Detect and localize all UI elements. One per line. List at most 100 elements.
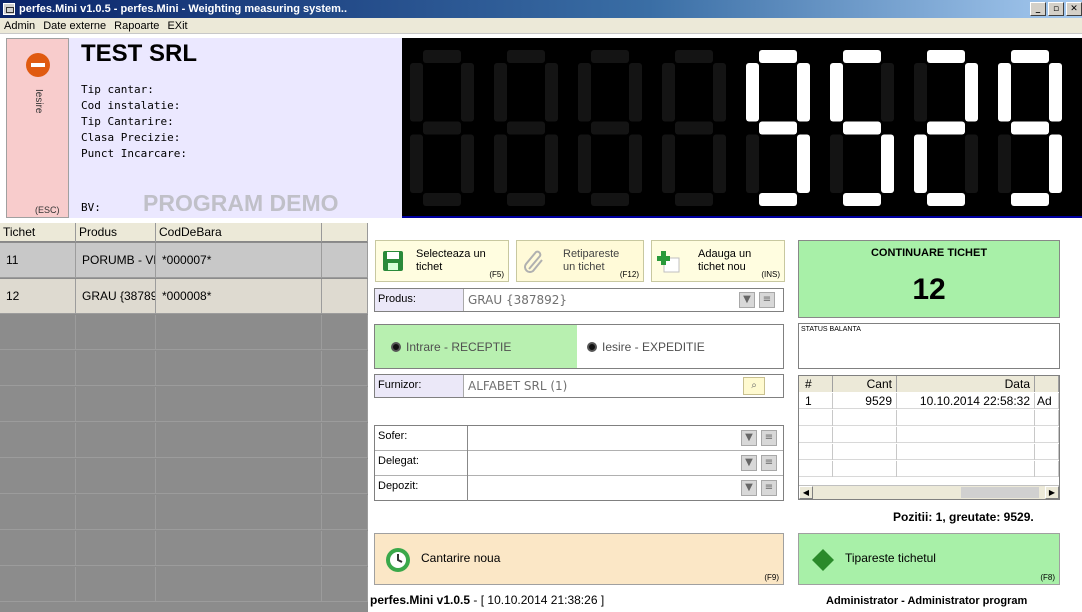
cell-cant: 9529 xyxy=(833,393,897,409)
menu-rapoarte[interactable]: Rapoarte xyxy=(114,20,159,32)
cell-produs: PORUMB - VE... xyxy=(76,243,156,278)
digit-5-segment-f xyxy=(746,63,759,122)
column-tichet[interactable]: Tichet xyxy=(0,223,76,242)
continue-ticket-number: 12 xyxy=(912,273,946,306)
stop-icon xyxy=(26,53,50,77)
produs-field: Produs: GRAU {387892} ▼ ≡ xyxy=(374,288,784,312)
empty-row xyxy=(0,531,368,566)
horizontal-scrollbar[interactable]: ◀ ▶ xyxy=(799,485,1059,499)
sofer-row: Sofer: ▼ ≡ xyxy=(375,426,783,451)
menu-date-externe[interactable]: Date externe xyxy=(43,20,106,32)
clasa-precizie-label: Clasa Precizie: xyxy=(81,131,181,144)
digit-7-segment-e xyxy=(914,134,927,193)
continue-ticket-title: CONTINUARE TICHET xyxy=(870,247,988,259)
digit-2-segment-b xyxy=(545,63,558,122)
column-extra[interactable] xyxy=(1035,376,1059,392)
produs-list-icon[interactable]: ≡ xyxy=(759,292,775,308)
digit-1-segment-f xyxy=(410,63,423,122)
add-ticket-button[interactable]: Adauga un tichet nou (INS) xyxy=(651,240,785,282)
digit-6-segment-e xyxy=(830,134,843,193)
digit-2-segment-a xyxy=(507,50,545,63)
digit-4-segment-e xyxy=(662,134,675,193)
column-data[interactable]: Data xyxy=(897,376,1035,392)
digit-6-segment-a xyxy=(843,50,881,63)
scroll-thumb[interactable] xyxy=(961,487,1039,498)
minimize-button[interactable]: _ xyxy=(1030,2,1046,16)
column-coddebara[interactable]: CodDeBara xyxy=(156,223,322,242)
digit-2-segment-f xyxy=(494,63,507,122)
delegat-label: Delegat: xyxy=(378,455,419,467)
print-ticket-button[interactable]: Tipareste tichetul (F8) xyxy=(798,533,1060,585)
digit-5-segment-g xyxy=(759,121,797,135)
transport-panel: Sofer: ▼ ≡ Delegat: ▼ ≡ Depozit: ▼ ≡ xyxy=(374,425,784,501)
digit-3-segment-f xyxy=(578,63,591,122)
empty-row xyxy=(799,427,1059,443)
column-cant[interactable]: Cant xyxy=(833,376,897,392)
empty-row xyxy=(799,461,1059,477)
delegat-list-icon[interactable]: ≡ xyxy=(761,455,777,471)
digit-1-segment-d xyxy=(423,193,461,206)
sofer-dropdown-icon[interactable]: ▼ xyxy=(741,430,757,446)
column-nr[interactable]: # xyxy=(799,376,833,392)
furnizor-value[interactable]: ALFABET SRL (1) xyxy=(468,379,567,393)
cell-extra xyxy=(322,279,368,314)
digit-7-segment-b xyxy=(965,63,978,122)
delegat-dropdown-icon[interactable]: ▼ xyxy=(741,455,757,471)
weights-grid: # Cant Data 1 9529 10.10.2014 22:58:32 A… xyxy=(798,375,1060,500)
digit-3-segment-a xyxy=(591,50,629,63)
digit-2-segment-d xyxy=(507,193,545,206)
current-user: Administrator - Administrator program xyxy=(826,595,1028,607)
maximize-button[interactable]: ▫ xyxy=(1048,2,1064,16)
select-ticket-line2: tichet xyxy=(416,261,443,273)
company-name: TEST SRL xyxy=(81,40,198,67)
radio-iesire[interactable]: Iesire - EXPEDITIE xyxy=(587,340,705,354)
digit-7-segment-f xyxy=(914,63,927,122)
column-extra[interactable] xyxy=(322,223,368,242)
radio-intrare[interactable]: Intrare - RECEPTIE xyxy=(391,340,511,354)
digit-1-segment-e xyxy=(410,134,423,193)
furnizor-field: Furnizor: ALFABET SRL (1) ⌕ xyxy=(374,374,784,398)
cell-nr: 1 xyxy=(799,393,833,409)
floppy-disk-icon xyxy=(383,251,403,271)
reprint-ticket-line1: Retipareste xyxy=(563,248,620,260)
paperclip-icon xyxy=(524,250,543,273)
reprint-ticket-key: (F12) xyxy=(619,270,639,279)
table-row[interactable]: 1 9529 10.10.2014 22:58:32 Ad xyxy=(799,393,1059,409)
reprint-ticket-button[interactable]: Retipareste un tichet (F12) xyxy=(516,240,644,282)
clock-icon xyxy=(386,548,410,572)
table-row[interactable]: 11 PORUMB - VE... *000007* xyxy=(0,243,368,278)
empty-row xyxy=(0,423,368,458)
depozit-dropdown-icon[interactable]: ▼ xyxy=(741,480,757,496)
select-ticket-button[interactable]: Selecteaza un tichet (F5) xyxy=(375,240,509,282)
radio-iesire-label: Iesire - EXPEDITIE xyxy=(602,340,705,354)
new-weighing-button[interactable]: Cantarire noua (F9) xyxy=(374,533,784,585)
table-row-selected[interactable]: 12 GRAU {38789... *000008* xyxy=(0,279,368,314)
menu-exit[interactable]: EXit xyxy=(167,20,187,32)
produs-value[interactable]: GRAU {387892} xyxy=(468,293,567,307)
exit-label: Iesire xyxy=(33,89,44,114)
scroll-right-icon[interactable]: ▶ xyxy=(1045,486,1059,499)
depozit-list-icon[interactable]: ≡ xyxy=(761,480,777,496)
delegat-row: Delegat: ▼ ≡ xyxy=(375,451,783,476)
exit-button[interactable]: Iesire (ESC) xyxy=(6,38,69,218)
digit-3-segment-e xyxy=(578,134,591,193)
demo-label: PROGRAM DEMO xyxy=(143,190,339,216)
scroll-left-icon[interactable]: ◀ xyxy=(799,486,813,499)
print-ticket-label: Tipareste tichetul xyxy=(845,551,936,565)
search-icon[interactable]: ⌕ xyxy=(743,377,765,395)
cell-cod: *000008* xyxy=(156,279,322,314)
exit-shortcut: (ESC) xyxy=(35,205,60,215)
empty-row xyxy=(799,444,1059,460)
sofer-list-icon[interactable]: ≡ xyxy=(761,430,777,446)
digit-5-segment-b xyxy=(797,63,810,122)
weights-summary: Pozitii: 1, greutate: 9529. xyxy=(893,510,1034,524)
digit-6-segment-b xyxy=(881,63,894,122)
menu-admin[interactable]: Admin xyxy=(4,20,35,32)
digit-8-segment-g xyxy=(1011,121,1049,135)
close-button[interactable]: ✕ xyxy=(1066,2,1082,16)
produs-dropdown-icon[interactable]: ▼ xyxy=(739,292,755,308)
digit-3-segment-b xyxy=(629,63,642,122)
digit-2-segment-c xyxy=(545,134,558,193)
column-produs[interactable]: Produs xyxy=(76,223,156,242)
continue-ticket-panel[interactable]: CONTINUARE TICHET 12 xyxy=(798,240,1060,318)
